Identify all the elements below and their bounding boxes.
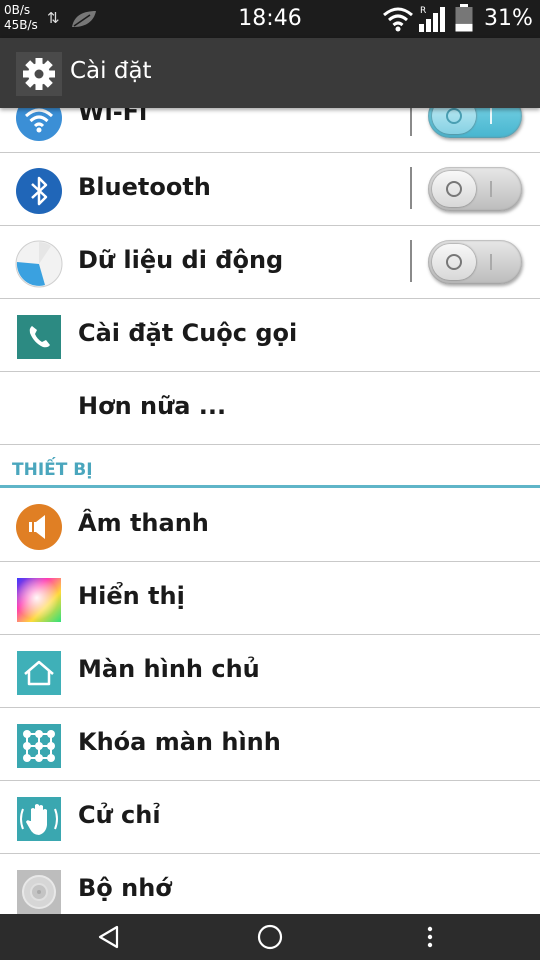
display-icon xyxy=(15,576,63,624)
settings-item-label: Hiển thị xyxy=(78,582,185,610)
divider xyxy=(410,240,412,282)
settings-item-gestures[interactable]: Cử chỉ xyxy=(0,781,540,854)
settings-item-lock-screen[interactable]: Khóa màn hình xyxy=(0,708,540,781)
section-title: THIẾT BỊ xyxy=(12,460,93,480)
phone-icon xyxy=(15,313,63,361)
settings-item-label: Wi-Fi xyxy=(78,108,148,126)
settings-item-more[interactable]: Hơn nữa ... xyxy=(0,372,540,445)
divider xyxy=(410,167,412,209)
settings-item-home-screen[interactable]: Màn hình chủ xyxy=(0,635,540,708)
settings-item-wifi[interactable]: Wi-Fi xyxy=(0,108,540,153)
roaming-indicator: R xyxy=(420,6,426,16)
settings-item-label: Dữ liệu di động xyxy=(78,246,284,274)
section-header-device: THIẾT BỊ xyxy=(0,446,540,488)
settings-item-label: Hơn nữa ... xyxy=(78,392,227,420)
settings-item-call-settings[interactable]: Cài đặt Cuộc gọi xyxy=(0,299,540,372)
settings-item-display[interactable]: Hiển thị xyxy=(0,562,540,635)
navigation-bar xyxy=(0,914,540,960)
wifi-icon xyxy=(15,108,63,142)
home-screen-icon xyxy=(15,649,63,697)
settings-item-storage[interactable]: Bộ nhớ xyxy=(0,854,540,914)
wifi-signal-icon xyxy=(382,6,414,36)
gear-icon[interactable] xyxy=(16,52,62,96)
page-title: Cài đặt xyxy=(70,58,152,84)
divider xyxy=(410,108,412,136)
speaker-icon xyxy=(15,503,63,551)
battery-percent: 31% xyxy=(484,6,533,31)
settings-item-label: Bộ nhớ xyxy=(78,874,172,902)
cell-signal-icon: R xyxy=(418,4,450,38)
action-bar: Cài đặt xyxy=(0,38,540,108)
settings-item-label: Màn hình chủ xyxy=(78,655,260,683)
back-icon[interactable] xyxy=(96,924,122,954)
bluetooth-toggle[interactable] xyxy=(428,167,522,211)
settings-item-label: Bluetooth xyxy=(78,173,211,201)
settings-item-label: Khóa màn hình xyxy=(78,728,281,756)
settings-item-label: Cài đặt Cuộc gọi xyxy=(78,319,298,347)
settings-list[interactable]: Wi-Fi Bluetooth Dữ liệu di động Cài đặt … xyxy=(0,108,540,914)
storage-icon xyxy=(15,868,63,914)
status-bar: 0B/s 45B/s ⇅ 18:46 R 31% xyxy=(0,0,540,38)
lock-pattern-icon xyxy=(15,722,63,770)
bluetooth-icon xyxy=(15,167,63,215)
settings-item-label: Âm thanh xyxy=(78,509,209,537)
mobile-data-icon xyxy=(15,240,63,288)
section-divider xyxy=(0,485,540,488)
mobile-data-toggle[interactable] xyxy=(428,240,522,284)
menu-icon[interactable] xyxy=(424,924,436,954)
gesture-icon xyxy=(15,795,63,843)
settings-item-label: Cử chỉ xyxy=(78,801,161,829)
wifi-toggle[interactable] xyxy=(428,108,522,138)
home-icon[interactable] xyxy=(256,924,284,956)
settings-item-sound[interactable]: Âm thanh xyxy=(0,489,540,562)
settings-item-mobile-data[interactable]: Dữ liệu di động xyxy=(0,226,540,299)
settings-item-bluetooth[interactable]: Bluetooth xyxy=(0,153,540,226)
battery-icon xyxy=(455,4,473,32)
